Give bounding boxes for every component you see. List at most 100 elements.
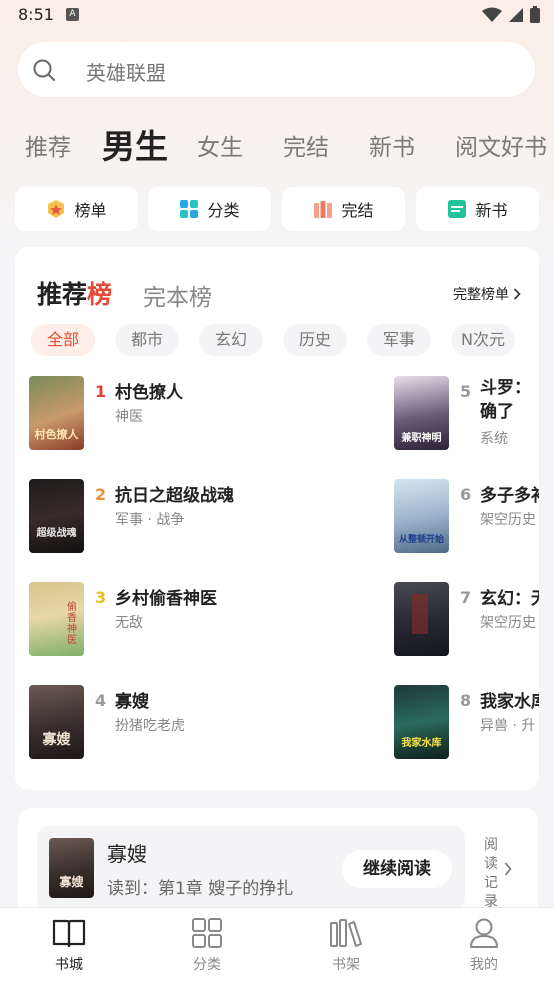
book-title: 寡嫂 [115, 692, 149, 712]
ranking-card: 推荐榜 完本榜 完整榜单 全部 都市 玄幻 历史 军事 N次元 村色撩人 1 村… [15, 247, 539, 790]
cover-text: 偷香神医 [67, 602, 77, 646]
book-open-icon [52, 919, 86, 948]
book-item[interactable]: 兼职神明 5 斗罗：确了 系统 [394, 376, 539, 456]
book-title: 我家水库 [480, 692, 539, 712]
bookshelf-icon [330, 919, 362, 947]
book-cover: 兼职神明 [394, 376, 449, 450]
tab-male[interactable]: 男生 [102, 120, 168, 168]
book-title: 乡村偷香神医 [115, 589, 217, 609]
chip-fantasy[interactable]: 玄幻 [199, 324, 263, 356]
reading-history-link[interactable]: 阅读记录 [484, 836, 502, 912]
book-item[interactable]: 7 玄幻：无 架空历史 [394, 582, 539, 662]
rank-number: 5 [460, 382, 472, 401]
finished-ranking-tab[interactable]: 完本榜 [143, 278, 212, 312]
new-book-icon [448, 200, 467, 218]
book-cover: 从整顿开始 [394, 479, 449, 553]
status-time: 8:51 [18, 5, 54, 24]
person-icon [470, 918, 498, 948]
book-meta: 扮猪吃老虎 [115, 718, 185, 734]
tab-finished[interactable]: 完结 [283, 128, 329, 162]
quick-link-new-book[interactable]: 新书 [416, 187, 539, 231]
book-cover: 寡嫂 [29, 685, 84, 759]
continue-book-title: 寡嫂 [107, 842, 147, 866]
book-meta: 系统 [480, 431, 508, 447]
tab-category[interactable]: 分类 [167, 918, 247, 980]
quick-link-label: 完结 [341, 201, 374, 220]
quick-link-label: 分类 [207, 201, 240, 220]
book-item[interactable]: 村色撩人 1 村色撩人 神医 [29, 376, 369, 456]
tab-bookstore[interactable]: 书城 [29, 918, 109, 980]
book-meta: 无敌 [115, 615, 143, 631]
tab-label: 分类 [193, 957, 221, 973]
quick-link-finished[interactable]: 完结 [282, 187, 405, 231]
cover-text: 超级战魂 [36, 528, 77, 539]
tab-female[interactable]: 女生 [197, 128, 243, 162]
full-ranking-link[interactable]: 完整榜单 [453, 284, 521, 304]
rank-number: 2 [95, 485, 107, 504]
book-cover: 我家水库 [394, 685, 449, 759]
tab-label: 书城 [55, 957, 83, 973]
status-icons [482, 6, 540, 23]
category-grid-icon [180, 200, 199, 218]
book-item[interactable]: 偷香神医 3 乡村偷香神医 无敌 [29, 582, 369, 662]
tab-bookshelf[interactable]: 书架 [306, 918, 386, 980]
book-cover [394, 582, 449, 656]
book-meta: 架空历史 [480, 512, 536, 528]
book-title: 玄幻：无 [480, 589, 539, 609]
cover-text: 兼职神明 [401, 433, 442, 444]
battery-icon [530, 6, 540, 23]
cover-text: 从整顿开始 [398, 535, 444, 545]
ranking-medal-icon [48, 200, 65, 218]
reading-progress: 读到：第1章 嫂子的挣扎 [107, 879, 294, 899]
book-title: 多子多补 [480, 486, 539, 506]
grid-icon [192, 918, 222, 948]
rank-number: 4 [95, 691, 107, 710]
tab-label: 书架 [332, 957, 360, 973]
book-meta: 军事 · 战争 [115, 512, 185, 528]
cover-art [412, 594, 428, 634]
rank-number: 8 [460, 691, 472, 710]
signal-icon [509, 7, 523, 22]
rank-number: 6 [460, 485, 472, 504]
bottom-tab-bar: 书城 分类 书架 我的 [0, 907, 554, 984]
continue-reading-button[interactable]: 继续阅读 [342, 850, 452, 888]
search-icon [33, 59, 55, 81]
book-cover: 村色撩人 [29, 376, 84, 450]
book-title: 村色撩人 [115, 383, 183, 403]
book-item[interactable]: 从整顿开始 6 多子多补 架空历史 [394, 479, 539, 559]
book-cover: 超级战魂 [29, 479, 84, 553]
tab-profile[interactable]: 我的 [444, 918, 524, 980]
tab-label: 我的 [470, 957, 498, 973]
tab-new[interactable]: 新书 [369, 128, 415, 162]
book-title: 斗罗：确了 [480, 378, 531, 422]
rank-number: 7 [460, 588, 472, 607]
book-item[interactable]: 我家水库 8 我家水库 异兽 · 升 [394, 685, 539, 765]
book-meta: 异兽 · 升 [480, 718, 536, 734]
cover-text: 寡嫂 [59, 875, 84, 889]
book-meta: 架空历史 [480, 615, 536, 631]
book-item[interactable]: 寡嫂 4 寡嫂 扮猪吃老虎 [29, 685, 369, 765]
status-bar: 8:51 A [0, 0, 554, 32]
continue-reading-item[interactable]: 寡嫂 寡嫂 读到：第1章 嫂子的挣扎 继续阅读 [37, 826, 465, 911]
search-bar[interactable]: 英雄联盟 [18, 42, 535, 97]
notification-a-icon: A [66, 8, 79, 21]
chip-history[interactable]: 历史 [283, 324, 347, 356]
cover-text: 寡嫂 [42, 732, 71, 748]
chip-urban[interactable]: 都市 [115, 324, 179, 356]
tab-recommend[interactable]: 推荐 [25, 128, 71, 162]
quick-link-label: 榜单 [74, 201, 107, 220]
books-icon [314, 201, 333, 218]
quick-link-category[interactable]: 分类 [148, 187, 271, 231]
chevron-right-icon [513, 288, 521, 300]
chip-n-dimension[interactable]: N次元 [451, 324, 515, 356]
rank-number: 3 [95, 588, 107, 607]
quick-link-ranking[interactable]: 榜单 [15, 187, 138, 231]
tab-yuewen-good[interactable]: 阅文好书 [455, 128, 547, 162]
quick-link-label: 新书 [475, 201, 508, 220]
chip-military[interactable]: 军事 [367, 324, 431, 356]
book-item[interactable]: 超级战魂 2 抗日之超级战魂 军事 · 战争 [29, 479, 369, 559]
ranking-title[interactable]: 推荐榜 [37, 275, 112, 311]
cover-text: 我家水库 [401, 738, 442, 749]
chip-all[interactable]: 全部 [31, 324, 95, 356]
wifi-icon [482, 7, 502, 22]
